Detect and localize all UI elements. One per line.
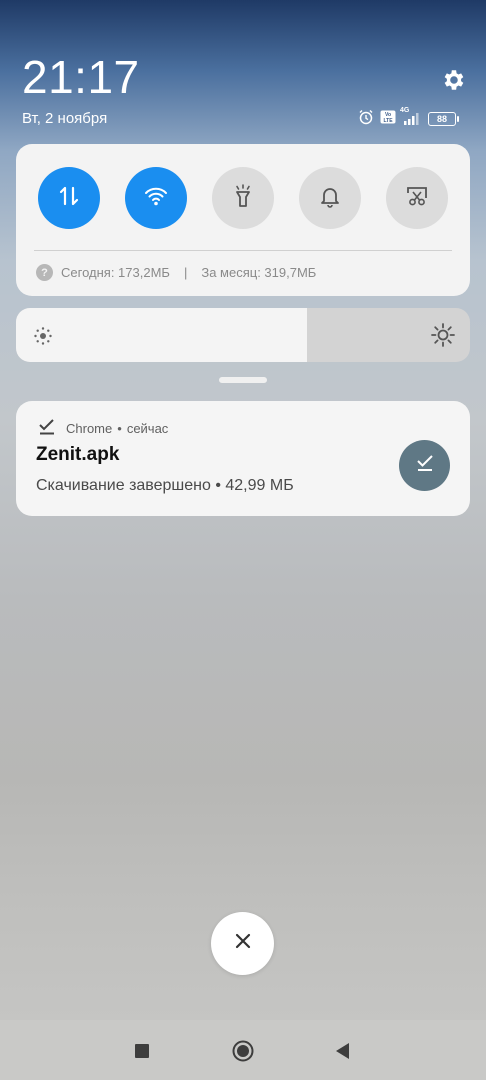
notification-time: сейчас	[126, 421, 169, 436]
network-type-label: 4G	[400, 107, 410, 114]
open-download-button[interactable]	[399, 440, 450, 491]
status-icons: Vo LTE 4G 88	[358, 107, 459, 130]
data-arrows-icon	[56, 183, 82, 214]
quick-settings-panel: ? Сегодня: 173,2МБ | За месяц: 319,7МБ	[16, 144, 470, 296]
brightness-high-icon	[430, 322, 456, 353]
back-button[interactable]	[334, 1042, 350, 1065]
settings-gear-icon[interactable]	[440, 67, 466, 93]
svg-text:LTE: LTE	[383, 118, 393, 124]
question-icon: ?	[36, 264, 53, 281]
battery-icon: 88	[428, 112, 459, 126]
navigation-bar	[0, 1020, 486, 1080]
data-usage-today: Сегодня: 173,2МБ	[61, 265, 170, 280]
notification-dot: •	[117, 421, 122, 436]
signal-icon: 4G	[400, 107, 422, 126]
recents-button[interactable]	[135, 1044, 149, 1058]
data-usage-month: За месяц: 319,7МБ	[201, 265, 317, 280]
brightness-fill	[16, 308, 307, 362]
toggle-sound[interactable]	[299, 167, 361, 229]
scissors-screenshot-icon	[405, 184, 429, 213]
toggle-mobile-data[interactable]	[38, 167, 100, 229]
notification-header: Chrome • сейчас	[38, 418, 168, 439]
volte-icon: Vo LTE	[380, 110, 396, 129]
toggle-flashlight[interactable]	[212, 167, 274, 229]
clock: 21:17	[22, 51, 140, 103]
data-usage-separator: |	[183, 265, 188, 280]
brightness-slider[interactable]	[16, 308, 470, 362]
clear-all-button[interactable]	[211, 912, 274, 975]
divider	[34, 250, 452, 251]
flashlight-icon	[231, 183, 255, 214]
notification-text: Скачивание завершено • 42,99 МБ	[36, 477, 294, 494]
close-icon	[233, 931, 253, 956]
notification-card[interactable]: Chrome • сейчас Zenit.apk Скачивание зав…	[16, 401, 470, 516]
date-label: Вт, 2 ноября	[22, 110, 108, 127]
alarm-icon	[358, 109, 374, 130]
home-button[interactable]	[232, 1040, 254, 1067]
toggle-wifi[interactable]	[125, 167, 187, 229]
download-done-icon	[415, 453, 435, 478]
notification-app-name: Chrome	[66, 421, 113, 436]
data-usage-row[interactable]: ? Сегодня: 173,2МБ | За месяц: 319,7МБ	[36, 264, 316, 281]
toggle-screenshot[interactable]	[386, 167, 448, 229]
notification-title: Zenit.apk	[36, 444, 120, 465]
brightness-low-icon	[32, 325, 54, 352]
battery-level: 88	[436, 114, 447, 124]
wifi-icon	[143, 185, 169, 212]
bell-icon	[319, 184, 341, 213]
drag-handle[interactable]	[219, 377, 267, 383]
quick-toggles	[38, 167, 448, 229]
download-done-icon	[38, 418, 56, 439]
